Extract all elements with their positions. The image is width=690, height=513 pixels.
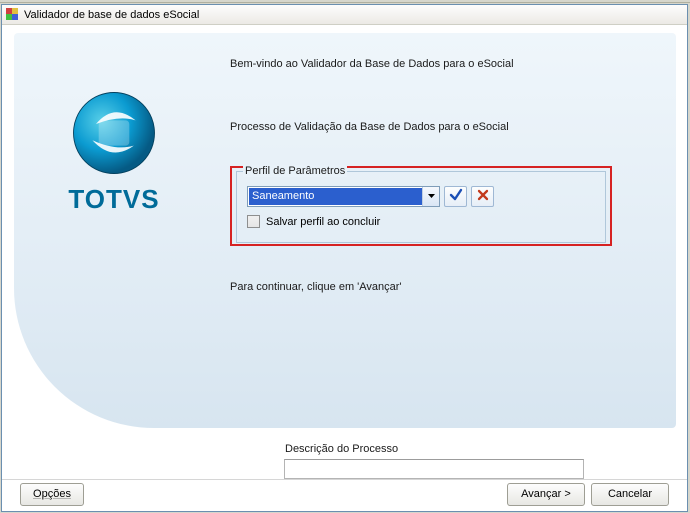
params-highlight-box: Perfil de Parâmetros Saneamento bbox=[230, 166, 612, 246]
app-window: Validador de base de dados eSocial bbox=[1, 4, 688, 512]
outer-grey-bar bbox=[0, 0, 690, 3]
totvs-logo-icon bbox=[69, 88, 159, 178]
next-button[interactable]: Avançar > bbox=[507, 483, 585, 506]
profile-combobox-value: Saneamento bbox=[249, 188, 422, 205]
continue-hint: Para continuar, clique em 'Avançar' bbox=[230, 281, 402, 293]
save-profile-label: Salvar perfil ao concluir bbox=[266, 216, 380, 228]
titlebar: Validador de base de dados eSocial bbox=[2, 5, 687, 25]
params-groupbox: Perfil de Parâmetros Saneamento bbox=[236, 171, 606, 243]
profile-combobox[interactable]: Saneamento bbox=[247, 186, 440, 207]
description-label: Descrição do Processo bbox=[285, 443, 398, 455]
description-input[interactable] bbox=[284, 459, 584, 479]
options-button[interactable]: Opções bbox=[20, 483, 84, 506]
profile-confirm-button[interactable] bbox=[444, 186, 467, 207]
cancel-button[interactable]: Cancelar bbox=[591, 483, 669, 506]
check-icon bbox=[449, 188, 463, 205]
params-legend: Perfil de Parâmetros bbox=[243, 165, 347, 177]
x-icon bbox=[477, 189, 489, 204]
process-text: Processo de Validação da Base de Dados p… bbox=[230, 121, 509, 133]
checkbox-box-icon bbox=[247, 215, 260, 228]
logo-area: TOTVS bbox=[34, 88, 194, 215]
client-area: TOTVS Bem-vindo ao Validador da Base de … bbox=[2, 25, 687, 511]
welcome-text: Bem-vindo ao Validador da Base de Dados … bbox=[230, 58, 514, 70]
params-row: Saneamento bbox=[247, 185, 494, 207]
button-bar: Opções Avançar > Cancelar bbox=[2, 479, 687, 511]
chevron-down-icon[interactable] bbox=[422, 187, 439, 206]
save-profile-checkbox[interactable]: Salvar perfil ao concluir bbox=[247, 215, 380, 228]
logo-text: TOTVS bbox=[34, 184, 194, 215]
window-title: Validador de base de dados eSocial bbox=[24, 9, 199, 21]
app-icon bbox=[6, 8, 20, 22]
profile-cancel-button[interactable] bbox=[471, 186, 494, 207]
wizard-panel: TOTVS Bem-vindo ao Validador da Base de … bbox=[14, 33, 676, 428]
